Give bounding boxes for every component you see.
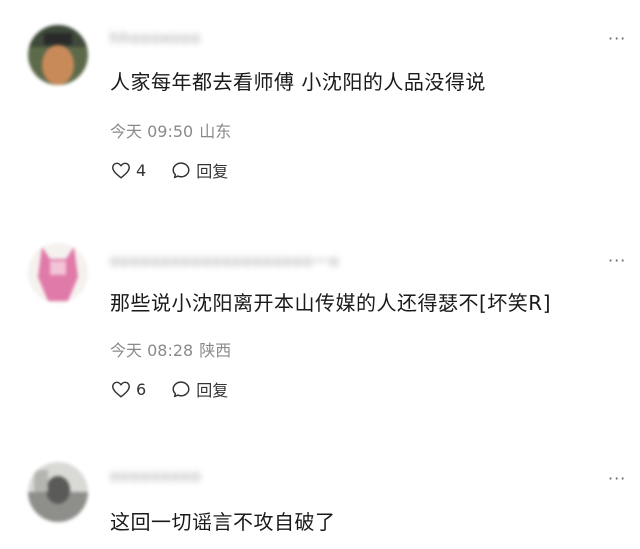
more-options-icon[interactable]: ··· <box>608 471 626 487</box>
comment-text: 这回一切谣言不攻自破了 <box>110 510 336 534</box>
username[interactable]: ooooooooo <box>110 467 202 485</box>
comment-item: ooooooooo ··· 这回一切谣言不攻自破了 <box>0 0 640 549</box>
avatar[interactable] <box>28 462 88 522</box>
